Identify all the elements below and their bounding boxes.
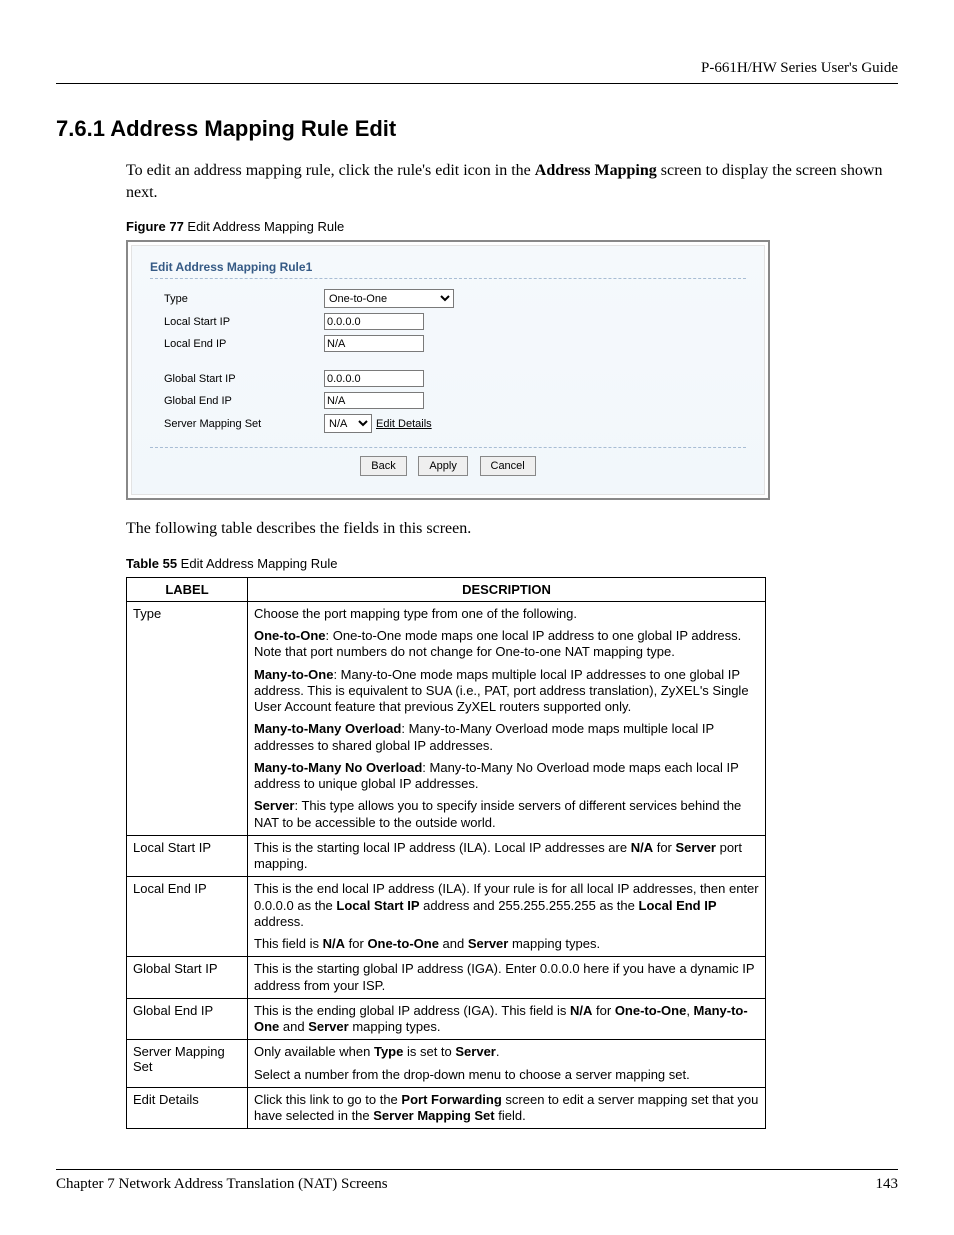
intro-bold: Address Mapping	[535, 162, 657, 179]
cell-desc-global-start-ip: This is the starting global IP address (…	[248, 957, 766, 999]
cell-label-global-end-ip: Global End IP	[127, 998, 248, 1040]
table-row: Edit Details Click this link to go to th…	[127, 1087, 766, 1129]
figure-caption-strong: Figure 77	[126, 219, 184, 234]
figure-caption: Figure 77 Edit Address Mapping Rule	[126, 219, 898, 234]
row-type: Type One-to-One	[164, 289, 746, 308]
row-global-start-ip: Global Start IP	[164, 370, 746, 387]
table-caption-rest: Edit Address Mapping Rule	[177, 556, 337, 571]
footer-page-number: 143	[876, 1176, 899, 1193]
figure-box: Edit Address Mapping Rule1 Type One-to-O…	[126, 240, 770, 500]
table-header-row: LABEL DESCRIPTION	[127, 577, 766, 601]
figure-caption-rest: Edit Address Mapping Rule	[184, 219, 344, 234]
cell-desc-global-end-ip: This is the ending global IP address (IG…	[248, 998, 766, 1040]
page-footer: Chapter 7 Network Address Translation (N…	[56, 1169, 898, 1193]
label-local-start-ip: Local Start IP	[164, 316, 324, 328]
guide-title: P-661H/HW Series User's Guide	[701, 60, 898, 76]
after-figure-text: The following table describes the fields…	[126, 518, 898, 540]
table-row: Global Start IP This is the starting glo…	[127, 957, 766, 999]
table-row: Server Mapping Set Only available when T…	[127, 1040, 766, 1088]
intro-text-a: To edit an address mapping rule, click t…	[126, 162, 535, 179]
figure-buttons: Back Apply Cancel	[150, 447, 746, 476]
global-start-ip-input[interactable]	[324, 370, 424, 387]
th-label: LABEL	[127, 577, 248, 601]
cell-desc-edit-details: Click this link to go to the Port Forwar…	[248, 1087, 766, 1129]
server-mapping-set-select[interactable]: N/A	[324, 414, 372, 433]
row-global-end-ip: Global End IP	[164, 392, 746, 409]
global-end-ip-input[interactable]	[324, 392, 424, 409]
table-row: Local End IP This is the end local IP ad…	[127, 877, 766, 957]
label-global-end-ip: Global End IP	[164, 395, 324, 407]
row-server-mapping-set: Server Mapping Set N/A Edit Details	[164, 414, 746, 433]
label-type: Type	[164, 293, 324, 305]
table-caption: Table 55 Edit Address Mapping Rule	[126, 556, 898, 571]
cell-label-local-start-ip: Local Start IP	[127, 835, 248, 877]
section-heading: 7.6.1 Address Mapping Rule Edit	[56, 116, 898, 142]
section-intro: To edit an address mapping rule, click t…	[126, 160, 898, 203]
page-header: P-661H/HW Series User's Guide	[56, 60, 898, 84]
table-row: Global End IP This is the ending global …	[127, 998, 766, 1040]
cell-label-edit-details: Edit Details	[127, 1087, 248, 1129]
cell-label-server-mapping-set: Server Mapping Set	[127, 1040, 248, 1088]
table-caption-strong: Table 55	[126, 556, 177, 571]
cell-desc-type: Choose the port mapping type from one of…	[248, 601, 766, 835]
label-local-end-ip: Local End IP	[164, 338, 324, 350]
cell-desc-local-start-ip: This is the starting local IP address (I…	[248, 835, 766, 877]
cell-label-type: Type	[127, 601, 248, 835]
table-row: Type Choose the port mapping type from o…	[127, 601, 766, 835]
label-server-mapping-set: Server Mapping Set	[164, 418, 324, 430]
edit-details-link[interactable]: Edit Details	[376, 418, 432, 430]
cell-label-global-start-ip: Global Start IP	[127, 957, 248, 999]
cell-label-local-end-ip: Local End IP	[127, 877, 248, 957]
local-start-ip-input[interactable]	[324, 313, 424, 330]
back-button[interactable]: Back	[360, 456, 406, 476]
figure-inner: Edit Address Mapping Rule1 Type One-to-O…	[131, 245, 765, 495]
description-table: LABEL DESCRIPTION Type Choose the port m…	[126, 577, 766, 1130]
row-local-end-ip: Local End IP	[164, 335, 746, 352]
label-global-start-ip: Global Start IP	[164, 373, 324, 385]
row-local-start-ip: Local Start IP	[164, 313, 746, 330]
local-end-ip-input[interactable]	[324, 335, 424, 352]
figure-panel-title: Edit Address Mapping Rule1	[150, 258, 746, 279]
cell-desc-server-mapping-set: Only available when Type is set to Serve…	[248, 1040, 766, 1088]
table-row: Local Start IP This is the starting loca…	[127, 835, 766, 877]
cancel-button[interactable]: Cancel	[480, 456, 536, 476]
footer-chapter: Chapter 7 Network Address Translation (N…	[56, 1176, 388, 1193]
type-select[interactable]: One-to-One	[324, 289, 454, 308]
th-description: DESCRIPTION	[248, 577, 766, 601]
cell-desc-local-end-ip: This is the end local IP address (ILA). …	[248, 877, 766, 957]
apply-button[interactable]: Apply	[418, 456, 468, 476]
